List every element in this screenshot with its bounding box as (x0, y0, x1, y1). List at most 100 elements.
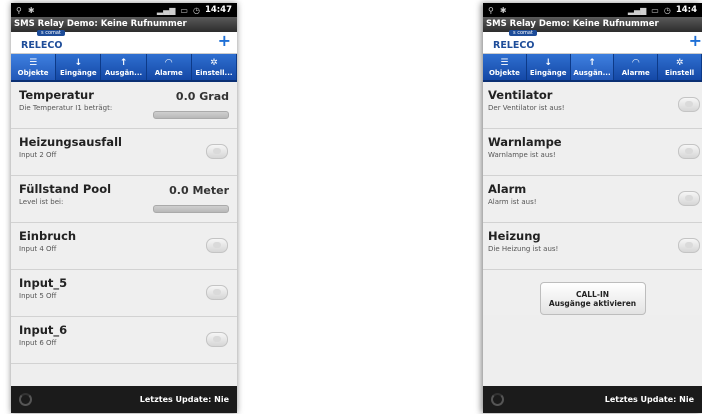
status-time: 14:47 (204, 5, 232, 15)
releco-logo: RELECO (493, 40, 535, 51)
call-in-label: CALL-IN (575, 289, 610, 299)
tab-label: Eingänge (529, 68, 567, 77)
list-item-input-5[interactable]: Input_5 Input 5 Off (11, 270, 237, 317)
add-button[interactable]: + (689, 33, 702, 49)
add-button[interactable]: + (218, 33, 231, 49)
refresh-spinner-icon (19, 393, 32, 406)
battery-icon: ▭ (651, 5, 659, 15)
status-toggle[interactable] (678, 238, 700, 253)
tab-label: Alarme (154, 68, 183, 77)
item-subtitle: Input 5 Off (19, 292, 57, 300)
object-list: Temperatur Die Temperatur I1 beträgt: 0.… (11, 82, 237, 364)
list-item-ventilator[interactable]: Ventilator Der Ventilator ist aus! (483, 82, 702, 129)
item-subtitle: Input 2 Off (19, 151, 57, 159)
tab-bar: ☰ Objekte ↓ Eingänge ↑ Ausgän... ◠ Alarm… (483, 54, 702, 82)
tab-label: Ausgän... (104, 68, 143, 77)
list-item-heizung[interactable]: Heizung Die Heizung ist aus! (483, 223, 702, 270)
item-title: Heizung (488, 229, 541, 243)
status-toggle[interactable] (206, 144, 228, 159)
tab-label: Einstell... (195, 68, 233, 77)
item-title: Input_5 (19, 276, 68, 290)
status-toggle[interactable] (206, 238, 228, 253)
output-list: Ventilator Der Ventilator ist aus! Warnl… (483, 82, 702, 315)
arrow-down-icon: ↓ (544, 57, 552, 68)
tab-objekte[interactable]: ☰ Objekte (11, 54, 57, 80)
item-subtitle: Alarm ist aus! (488, 198, 537, 206)
list-item-temperatur[interactable]: Temperatur Die Temperatur I1 beträgt: 0.… (11, 82, 237, 129)
item-title: Ventilator (488, 88, 553, 102)
status-bar: ⚲ ✱ ▂▄▆ ▭ ◷ 14:47 (11, 3, 237, 17)
alarm-clock-icon: ◷ (663, 5, 671, 15)
list-item-heizungsausfall[interactable]: Heizungsausfall Input 2 Off (11, 129, 237, 176)
item-title: Input_6 (19, 323, 68, 337)
item-title: Alarm (488, 182, 527, 196)
tab-label: Ausgän... (573, 68, 611, 77)
layers-icon: ☰ (29, 57, 38, 68)
android-icon: ✱ (27, 5, 35, 15)
tab-label: Eingänge (59, 68, 97, 77)
list-item-einbruch[interactable]: Einbruch Input 4 Off (11, 223, 237, 270)
logo-small: s comat (509, 30, 537, 36)
item-subtitle: Warnlampe ist aus! (488, 151, 556, 159)
gear-icon: ✲ (210, 57, 218, 68)
footer-bar: Letztes Update: Nie (483, 386, 702, 413)
status-toggle[interactable] (678, 191, 700, 206)
tab-alarme[interactable]: ◠ Alarme (614, 54, 659, 80)
call-in-sublabel: Ausgänge aktivieren (548, 298, 637, 308)
list-item-fuellstand-pool[interactable]: Füllstand Pool Level ist bei: 0.0 Meter (11, 176, 237, 223)
item-value: 0.0 Meter (169, 184, 229, 197)
logo-small: s comat (37, 30, 65, 36)
footer-bar: Letztes Update: Nie (11, 386, 237, 413)
logo-bar: s comat RELECO + (483, 30, 702, 54)
tab-label: Objekte (17, 68, 49, 77)
logo-bar: s comat RELECO + (11, 30, 237, 54)
android-icon: ✱ (499, 5, 507, 15)
layers-icon: ☰ (500, 57, 509, 68)
tab-label: Objekte (488, 68, 520, 77)
item-subtitle: Der Ventilator ist aus! (488, 104, 565, 112)
tab-eingaenge[interactable]: ↓ Eingänge (56, 54, 102, 80)
arrow-down-icon: ↓ (74, 57, 83, 68)
list-item-input-6[interactable]: Input_6 Input 6 Off (11, 317, 237, 364)
refresh-spinner-icon (491, 393, 504, 406)
status-toggle[interactable] (206, 285, 228, 300)
usb-icon: ⚲ (16, 5, 22, 15)
battery-icon: ▭ (180, 5, 188, 15)
status-time: 14:4 (675, 5, 697, 15)
tab-objekte[interactable]: ☰ Objekte (483, 54, 527, 80)
tab-label: Einstell (664, 68, 695, 77)
last-update-text: Letztes Update: Nie (139, 395, 229, 404)
item-subtitle: Input 4 Off (19, 245, 57, 253)
call-in-button[interactable]: CALL-IN Ausgänge aktivieren (539, 282, 646, 315)
status-bar: ⚲ ✱ ▂▄▆ ▭ ◷ 14:4 (483, 3, 702, 17)
tab-einstellungen[interactable]: ✲ Einstell (658, 54, 702, 80)
tab-ausgaenge[interactable]: ↑ Ausgän... (570, 54, 615, 80)
last-update-text: Letztes Update: Nie (604, 395, 694, 404)
item-title: Warnlampe (488, 135, 562, 149)
signal-icon: ▂▄▆ (627, 5, 647, 15)
status-toggle[interactable] (206, 332, 228, 347)
tab-ausgaenge[interactable]: ↑ Ausgän... (101, 54, 147, 80)
signal-waves-icon: ◠ (632, 57, 640, 68)
tab-label: Alarme (621, 68, 650, 77)
status-toggle[interactable] (678, 144, 700, 159)
releco-logo: RELECO (21, 40, 63, 51)
signal-icon: ▂▄▆ (156, 5, 176, 15)
item-subtitle: Input 6 Off (19, 339, 57, 347)
arrow-up-icon: ↑ (588, 57, 596, 68)
tab-alarme[interactable]: ◠ Alarme (147, 54, 192, 80)
level-bar (153, 111, 229, 119)
list-item-warnlampe[interactable]: Warnlampe Warnlampe ist aus! (483, 129, 702, 176)
item-title: Einbruch (19, 229, 77, 243)
status-toggle[interactable] (678, 97, 700, 112)
phone-screen-left: ⚲ ✱ ▂▄▆ ▭ ◷ 14:47 SMS Relay Demo: Keine … (11, 3, 237, 413)
tab-einstellungen[interactable]: ✲ Einstell... (192, 54, 237, 80)
item-title: Heizungsausfall (19, 135, 122, 149)
tab-bar: ☰ Objekte ↓ Eingänge ↑ Ausgän... ◠ Alarm… (11, 54, 237, 82)
tab-eingaenge[interactable]: ↓ Eingänge (527, 54, 571, 80)
item-value: 0.0 Grad (175, 90, 229, 103)
arrow-up-icon: ↑ (119, 57, 128, 68)
list-item-alarm[interactable]: Alarm Alarm ist aus! (483, 176, 702, 223)
phone-screen-right: ⚲ ✱ ▂▄▆ ▭ ◷ 14:4 SMS Relay Demo: Keine R… (483, 3, 702, 413)
alarm-clock-icon: ◷ (192, 5, 200, 15)
